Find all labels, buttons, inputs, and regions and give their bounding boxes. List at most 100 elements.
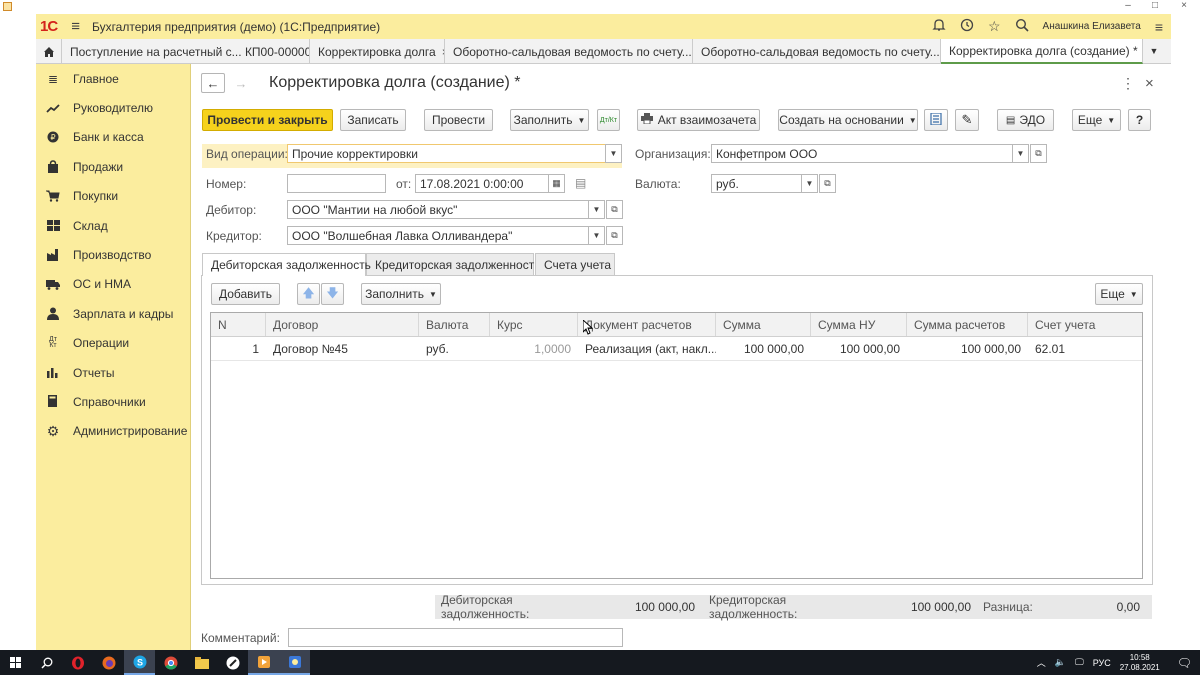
column-header[interactable]: Сумма НУ: [811, 313, 907, 336]
form-menu-icon[interactable]: ⋮: [1121, 75, 1135, 92]
minimize-button[interactable]: –: [1114, 0, 1142, 14]
comment-field[interactable]: [288, 628, 623, 647]
tray-expand-icon[interactable]: ︿: [1037, 656, 1046, 669]
date-field[interactable]: 17.08.2021 0:00:00: [415, 174, 549, 193]
main-menu-icon[interactable]: ≡: [71, 18, 80, 35]
search-icon[interactable]: [1015, 18, 1029, 35]
sidebar-item-main[interactable]: ≣ Главное: [36, 64, 190, 93]
chrome-icon[interactable]: [155, 650, 186, 675]
sidebar-item-fixed-assets[interactable]: ОС и НМА: [36, 270, 190, 299]
debtor-dropdown-icon[interactable]: ▼: [588, 200, 605, 219]
settings-menu-icon[interactable]: ≡: [1155, 19, 1163, 35]
column-header[interactable]: Счет учета: [1028, 313, 1142, 336]
creditor-field[interactable]: ООО "Волшебная Лавка Олливандера": [287, 226, 589, 245]
currency-dropdown-icon[interactable]: ▼: [801, 174, 818, 193]
currency-field[interactable]: руб.: [711, 174, 802, 193]
number-field[interactable]: [287, 174, 386, 193]
post-button[interactable]: Провести: [424, 109, 493, 131]
amount-tax-cell[interactable]: 100 000,00: [811, 337, 907, 360]
tab-balance-sheet-1[interactable]: Оборотно-сальдовая ведомость по счету...…: [445, 39, 693, 64]
network-icon[interactable]: 🖵: [1075, 657, 1084, 668]
fill-dropdown-button[interactable]: Заполнить ▼: [510, 109, 589, 131]
1c-taskbar-icon[interactable]: [279, 650, 310, 675]
post-and-close-button[interactable]: Провести и закрыть: [202, 109, 333, 131]
move-down-button[interactable]: 🡇: [321, 283, 344, 305]
table-fill-button[interactable]: Заполнить ▼: [361, 283, 441, 305]
add-row-button[interactable]: Добавить: [211, 283, 280, 305]
save-button[interactable]: Записать: [340, 109, 406, 131]
column-header[interactable]: N: [211, 313, 266, 336]
column-header[interactable]: Договор: [266, 313, 419, 336]
account-cell[interactable]: 62.01: [1028, 337, 1142, 360]
sidebar-item-admin[interactable]: ⚙ Администрирование: [36, 417, 190, 446]
structure-button[interactable]: [924, 109, 948, 131]
more-button[interactable]: Еще ▼: [1072, 109, 1121, 131]
document-list-icon[interactable]: ▤: [575, 176, 586, 190]
move-up-button[interactable]: 🡅: [297, 283, 320, 305]
media-player-icon[interactable]: [248, 650, 279, 675]
column-header[interactable]: Курс: [490, 313, 578, 336]
dt-kt-button[interactable]: Дт/Кт: [597, 109, 620, 131]
file-explorer-icon[interactable]: [186, 650, 217, 675]
sidebar-item-bank[interactable]: ₽ Банк и касса: [36, 123, 190, 152]
offset-act-button[interactable]: Акт взаимозачета: [637, 109, 760, 131]
organization-dropdown-icon[interactable]: ▼: [1012, 144, 1029, 163]
column-header[interactable]: Сумма: [716, 313, 811, 336]
currency-cell[interactable]: руб.: [419, 337, 490, 360]
sidebar-item-sales[interactable]: Продажи: [36, 152, 190, 181]
create-based-on-button[interactable]: Создать на основании ▼: [778, 109, 918, 131]
calendar-icon[interactable]: ▦: [548, 174, 565, 193]
contract-cell[interactable]: Договор №45: [266, 337, 419, 360]
debtor-field[interactable]: ООО "Мантии на любой вкус": [287, 200, 589, 219]
attach-file-button[interactable]: ✎: [955, 109, 979, 131]
language-indicator[interactable]: РУС: [1093, 658, 1111, 668]
volume-icon[interactable]: 🔈: [1055, 657, 1066, 668]
sidebar-item-reports[interactable]: Отчеты: [36, 358, 190, 387]
opera-icon[interactable]: [62, 650, 93, 675]
operation-type-field[interactable]: Прочие корректировки: [287, 144, 606, 163]
sidebar-item-operations[interactable]: Дт Кт Операции: [36, 329, 190, 358]
column-header[interactable]: Документ расчетов: [578, 313, 716, 336]
history-icon[interactable]: [960, 18, 974, 35]
sidebar-item-manager[interactable]: Руководителю: [36, 93, 190, 122]
sidebar-item-salary[interactable]: Зарплата и кадры: [36, 299, 190, 328]
column-header[interactable]: Валюта: [419, 313, 490, 336]
debtor-open-icon[interactable]: ⧉: [606, 200, 623, 219]
organization-field[interactable]: Конфетпром ООО: [711, 144, 1013, 163]
notifications-icon[interactable]: 🗨: [1177, 656, 1192, 670]
settlement-amount-cell[interactable]: 100 000,00: [907, 337, 1028, 360]
close-form-icon[interactable]: ×: [1145, 75, 1154, 92]
forward-arrow-icon[interactable]: →: [229, 73, 253, 93]
sidebar-item-warehouse[interactable]: Склад: [36, 211, 190, 240]
receivables-table[interactable]: N Договор Валюта Курс Документ расчетов …: [210, 312, 1143, 579]
currency-open-icon[interactable]: ⧉: [819, 174, 836, 193]
skype-icon[interactable]: S: [124, 650, 155, 675]
table-more-button[interactable]: Еще ▼: [1095, 283, 1143, 305]
pen-app-icon[interactable]: [217, 650, 248, 675]
tabs-more-icon[interactable]: ▼: [1143, 39, 1165, 63]
tab-debt-adjustment-new[interactable]: Корректировка долга (создание) *×: [941, 39, 1143, 64]
creditor-dropdown-icon[interactable]: ▼: [588, 226, 605, 245]
close-window-button[interactable]: ×: [1170, 0, 1198, 14]
creditor-open-icon[interactable]: ⧉: [606, 226, 623, 245]
windows-start-icon[interactable]: [0, 650, 31, 675]
sidebar-item-production[interactable]: Производство: [36, 240, 190, 269]
edo-button[interactable]: ▤ ЭДО: [997, 109, 1054, 131]
amount-cell[interactable]: 100 000,00: [716, 337, 811, 360]
sidebar-item-purchases[interactable]: Покупки: [36, 182, 190, 211]
sidebar-item-directories[interactable]: Справочники: [36, 387, 190, 416]
firefox-icon[interactable]: [93, 650, 124, 675]
settlement-document-cell[interactable]: Реализация (акт, накл...: [578, 337, 716, 360]
tab-debt-adjustment[interactable]: Корректировка долга×: [310, 39, 445, 64]
tab-payables[interactable]: Кредиторская задолженность: [366, 253, 540, 275]
table-row[interactable]: 1 Договор №45 руб. 1,0000 Реализация (ак…: [211, 337, 1142, 361]
user-name[interactable]: Анашкина Елизавета: [1043, 21, 1141, 32]
operation-type-dropdown-icon[interactable]: ▼: [605, 144, 622, 163]
back-arrow-icon[interactable]: ←: [201, 73, 225, 93]
search-icon[interactable]: [31, 650, 62, 675]
column-header[interactable]: Сумма расчетов: [907, 313, 1028, 336]
clock[interactable]: 10:58 27.08.2021: [1120, 653, 1160, 673]
help-button[interactable]: ?: [1128, 109, 1151, 131]
organization-open-icon[interactable]: ⧉: [1030, 144, 1047, 163]
star-icon[interactable]: ☆: [988, 18, 1001, 35]
